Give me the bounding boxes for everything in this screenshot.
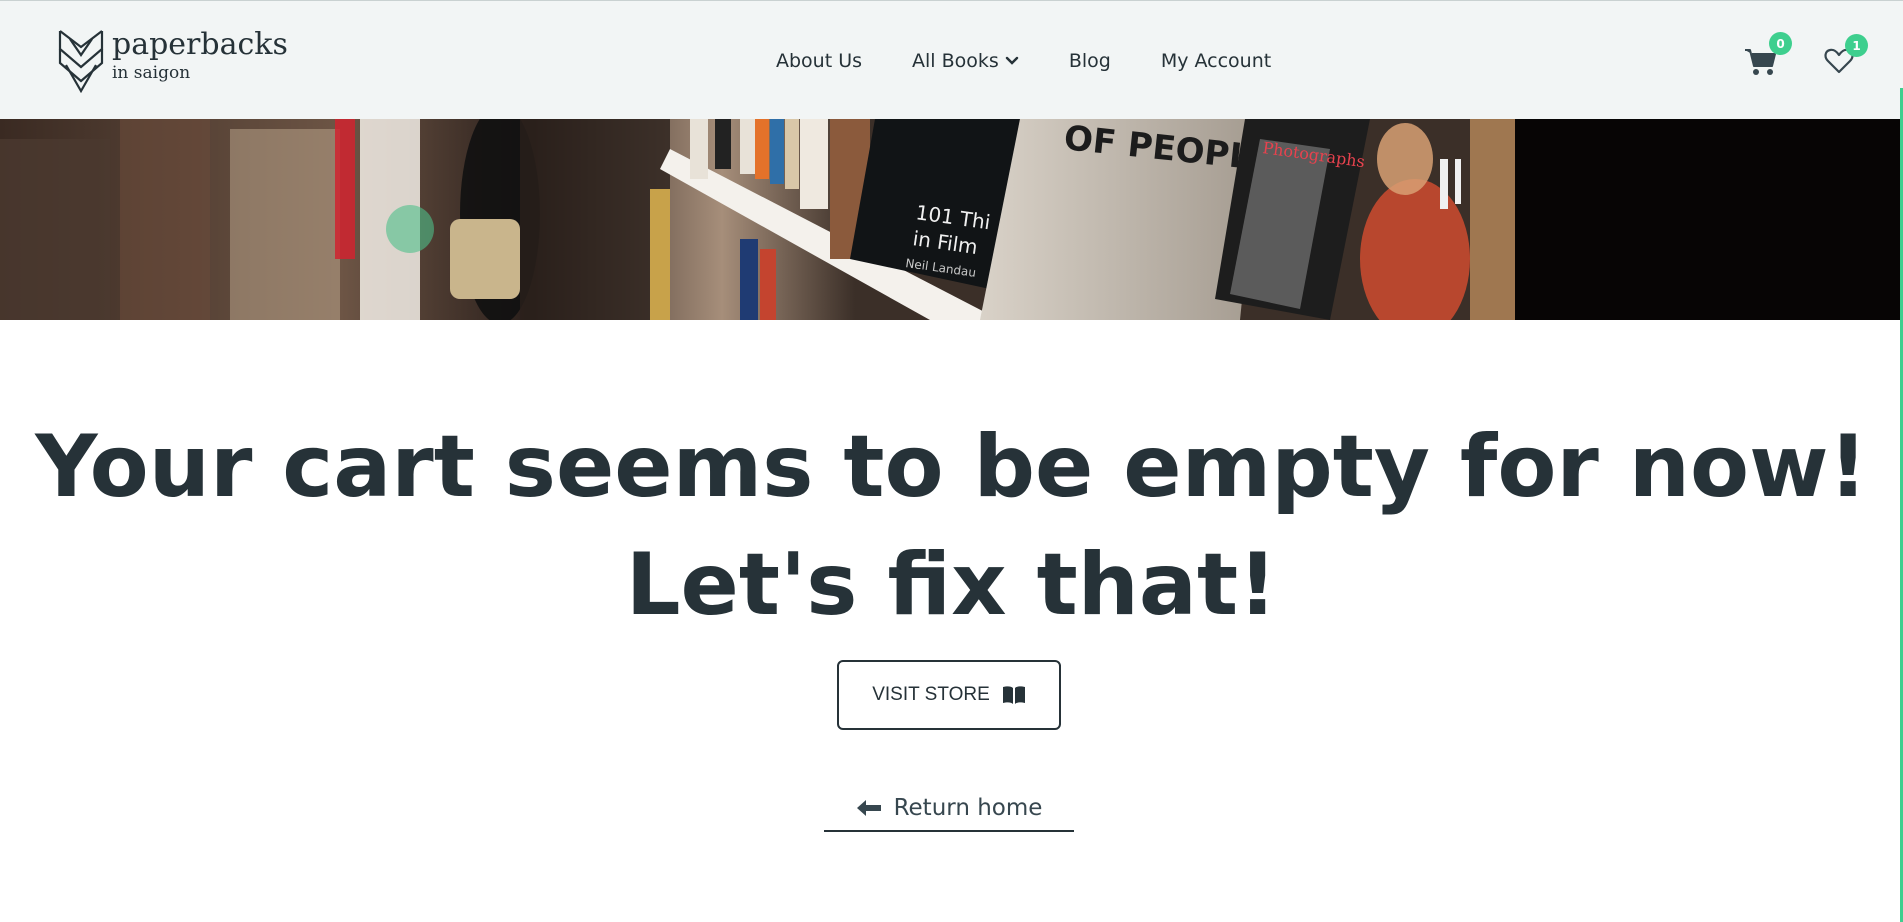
visit-store-button[interactable]: VISIT STORE xyxy=(837,660,1061,730)
return-home-label: Return home xyxy=(893,795,1043,821)
site-header: paperbacks in saigon About Us All Books … xyxy=(0,0,1903,119)
wishlist-button[interactable]: 1 xyxy=(1824,34,1868,76)
arrow-left-icon xyxy=(856,800,881,816)
cart-count-badge: 0 xyxy=(1769,32,1792,55)
hero-banner-image: 101 Thi in Film Neil Landau OF PEOPL Pho… xyxy=(0,119,1900,320)
nav-my-account[interactable]: My Account xyxy=(1161,50,1271,72)
brand-tagline: in saigon xyxy=(112,63,191,83)
nav-about-us[interactable]: About Us xyxy=(776,50,862,72)
empty-cart-headline: Your cart seems to be empty for now! Let… xyxy=(0,408,1903,644)
headline-line-1: Your cart seems to be empty for now! xyxy=(35,417,1868,517)
nav-blog[interactable]: Blog xyxy=(1069,50,1111,72)
open-book-icon xyxy=(1002,686,1025,704)
chevron-down-icon xyxy=(1005,56,1019,65)
nav-all-books-label: All Books xyxy=(912,50,999,72)
brand-name: paperbacks xyxy=(112,27,288,62)
logo-chevron-icon xyxy=(58,30,104,93)
nav-about-us-label: About Us xyxy=(776,50,863,72)
nav-my-account-label: My Account xyxy=(1160,50,1272,72)
wishlist-count-badge: 1 xyxy=(1845,34,1868,57)
cart-button[interactable]: 0 xyxy=(1744,32,1792,78)
brand-logo[interactable]: paperbacks in saigon xyxy=(58,29,288,93)
nav-all-books[interactable]: All Books xyxy=(912,50,1019,72)
nav-blog-label: Blog xyxy=(1068,50,1111,72)
visit-store-label: VISIT STORE xyxy=(872,684,990,705)
main-nav: About Us All Books Blog My Account xyxy=(776,50,1271,72)
headline-line-2: Let's fix that! xyxy=(625,535,1278,635)
return-home-link[interactable]: Return home xyxy=(824,786,1074,832)
